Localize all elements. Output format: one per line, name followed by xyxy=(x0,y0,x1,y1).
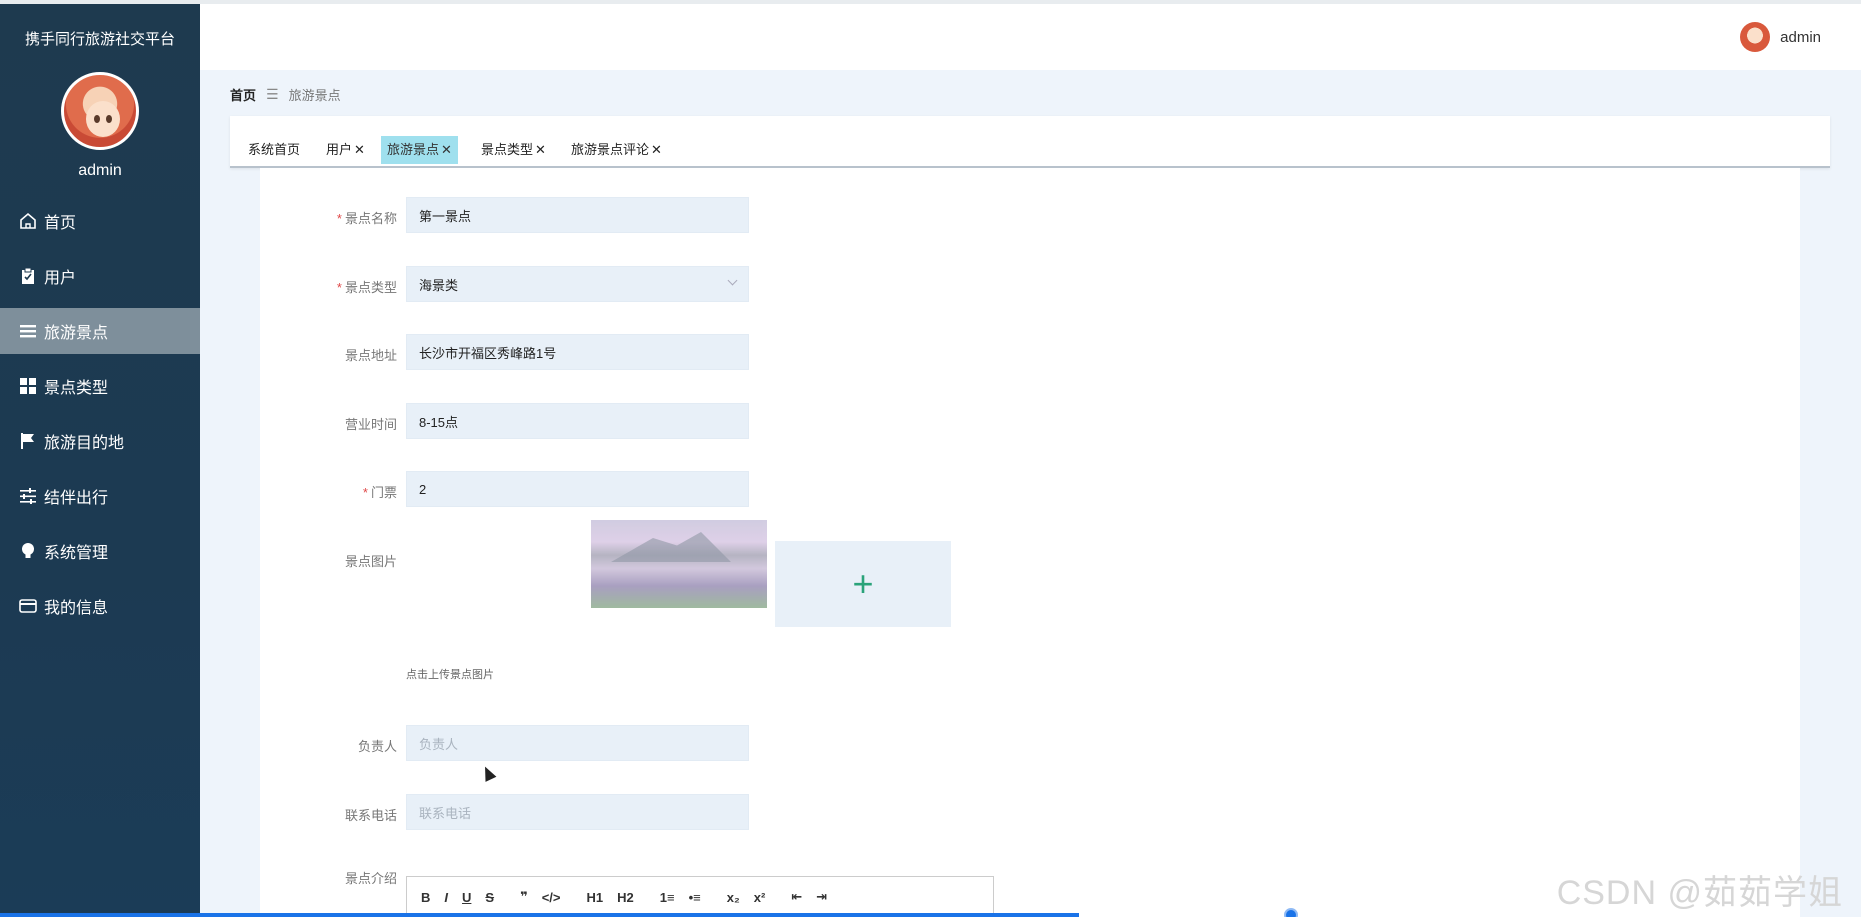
plus-icon: + xyxy=(852,563,874,604)
blockquote-button[interactable]: ❞ xyxy=(520,889,528,905)
bold-button[interactable]: B xyxy=(421,890,430,905)
tab-label: 系统首页 xyxy=(248,142,301,157)
underline-button[interactable]: U xyxy=(462,890,471,905)
manager-input[interactable]: 负责人 xyxy=(406,725,749,761)
top-header: admin xyxy=(200,4,1861,70)
user-avatar xyxy=(61,72,139,150)
attraction-address-input[interactable]: 长沙市开福区秀峰路1号 xyxy=(406,334,749,370)
bullet-list-button[interactable]: •≡ xyxy=(689,890,701,905)
sidebar-item-label: 我的信息 xyxy=(44,600,109,617)
progress-handle[interactable] xyxy=(1284,908,1298,917)
phone-input[interactable]: 联系电话 xyxy=(406,794,749,830)
tab-label: 景点类型 xyxy=(481,142,534,157)
select-value: 海景类 xyxy=(419,277,459,293)
image-upload-button[interactable]: + xyxy=(775,541,951,627)
phone-label: 联系电话 xyxy=(344,808,397,823)
flag-icon xyxy=(18,431,38,451)
progress-fill xyxy=(0,913,1080,917)
tab-label: 旅游景点 xyxy=(387,142,440,157)
upload-hint: 点击上传景点图片 xyxy=(406,669,494,681)
superscript-button[interactable]: x² xyxy=(754,890,766,905)
sidebar-item-companions[interactable]: 结伴出行 xyxy=(0,473,200,519)
tab-system-home[interactable]: 系统首页 xyxy=(242,136,306,164)
sidebar-item-label: 系统管理 xyxy=(44,545,109,562)
breadcrumb-home[interactable]: 首页 xyxy=(230,85,256,104)
h2-button[interactable]: H2 xyxy=(617,890,634,905)
hours-label: 营业时间 xyxy=(344,417,397,432)
sidebar-item-my-info[interactable]: 我的信息 xyxy=(0,583,200,629)
italic-button[interactable]: I xyxy=(444,890,448,905)
sidebar-item-label: 景点类型 xyxy=(44,380,109,397)
menu-icon: ☰ xyxy=(266,86,279,102)
strike-button[interactable]: S xyxy=(485,890,494,905)
close-icon[interactable]: ✕ xyxy=(535,142,546,157)
video-progress-bar[interactable] xyxy=(0,908,1861,917)
attraction-name-input[interactable]: 第一景点 xyxy=(406,197,749,233)
watermark: CSDN @茹茹学姐 xyxy=(1556,874,1843,912)
avatar xyxy=(1740,22,1771,52)
sidebar-item-label: 结伴出行 xyxy=(44,490,109,507)
subscript-button[interactable]: x₂ xyxy=(727,890,740,905)
sidebar-item-label: 首页 xyxy=(44,215,77,232)
wallet-icon xyxy=(18,596,38,616)
sidebar: 携手同行旅游社交平台 admin 首页 用户 旅游景点 景点类型 旅游目的地 结… xyxy=(0,4,200,917)
clipboard-icon xyxy=(18,266,38,286)
code-button[interactable]: </> xyxy=(542,890,561,905)
sidebar-item-home[interactable]: 首页 xyxy=(0,198,200,244)
address-label: 景点地址 xyxy=(344,348,397,363)
h1-button[interactable]: H1 xyxy=(587,890,604,905)
ordered-list-button[interactable]: 1≡ xyxy=(660,890,675,905)
tab-attractions[interactable]: 旅游景点 ✕ xyxy=(381,136,458,164)
sidebar-item-destinations[interactable]: 旅游目的地 xyxy=(0,418,200,464)
sidebar-item-label: 旅游景点 xyxy=(44,325,109,342)
close-icon[interactable]: ✕ xyxy=(651,142,662,157)
type-label: * 景点类型 xyxy=(336,280,397,295)
app-title: 携手同行旅游社交平台 xyxy=(24,30,175,48)
tab-label: 旅游景点评论 xyxy=(571,142,650,157)
image-label: 景点图片 xyxy=(344,554,397,569)
header-user-menu[interactable]: admin xyxy=(1740,22,1821,52)
ticket-label: * 门票 xyxy=(362,485,397,500)
sidebar-item-label: 旅游目的地 xyxy=(44,435,125,452)
sliders-icon xyxy=(18,486,38,506)
attraction-form: * 景点名称 第一景点 * 景点类型 海景类 景点地址 长沙市开福区秀峰路1号 营业… xyxy=(260,168,1800,917)
opening-hours-input[interactable]: 8-15点 xyxy=(406,403,749,439)
sidebar-item-attraction-types[interactable]: 景点类型 xyxy=(0,363,200,409)
breadcrumb-current: 旅游景点 xyxy=(288,88,341,103)
tabs-bar: 系统首页 用户 ✕ 旅游景点 ✕ 景点类型 ✕ 旅游景点评论 ✕ xyxy=(230,116,1830,168)
sidebar-item-attractions[interactable]: 旅游景点 xyxy=(0,308,200,354)
home-icon xyxy=(18,211,38,231)
tab-users[interactable]: 用户 ✕ xyxy=(320,136,371,164)
list-icon xyxy=(18,321,38,341)
tab-attraction-comments[interactable]: 旅游景点评论 ✕ xyxy=(565,136,668,164)
tab-label: 用户 xyxy=(326,142,353,157)
close-icon[interactable]: ✕ xyxy=(441,142,452,157)
grid-icon xyxy=(18,376,38,396)
outdent-button[interactable]: ⇤ xyxy=(791,889,802,905)
attraction-type-select[interactable]: 海景类 xyxy=(406,266,749,302)
intro-label: 景点介绍 xyxy=(344,871,397,886)
ticket-price-input[interactable]: 2 xyxy=(406,471,749,507)
manager-label: 负责人 xyxy=(357,739,397,754)
breadcrumb: 首页 ☰ 旅游景点 xyxy=(230,85,341,104)
rich-text-toolbar: B I U S ❞ </> H1 H2 1≡ •≡ x₂ x² ⇤ ⇥ xyxy=(406,876,994,917)
sidebar-item-users[interactable]: 用户 xyxy=(0,253,200,299)
sidebar-item-label: 用户 xyxy=(44,270,77,287)
tab-attraction-types[interactable]: 景点类型 ✕ xyxy=(475,136,552,164)
header-username: admin xyxy=(1780,28,1821,46)
sidebar-item-system[interactable]: 系统管理 xyxy=(0,528,200,574)
bulb-icon xyxy=(18,541,38,561)
attraction-image-thumbnail[interactable] xyxy=(591,520,767,608)
name-label: * 景点名称 xyxy=(336,211,397,226)
sidebar-username: admin xyxy=(78,162,122,179)
chevron-down-icon xyxy=(727,275,738,286)
indent-button[interactable]: ⇥ xyxy=(816,889,827,905)
close-icon[interactable]: ✕ xyxy=(354,142,365,157)
